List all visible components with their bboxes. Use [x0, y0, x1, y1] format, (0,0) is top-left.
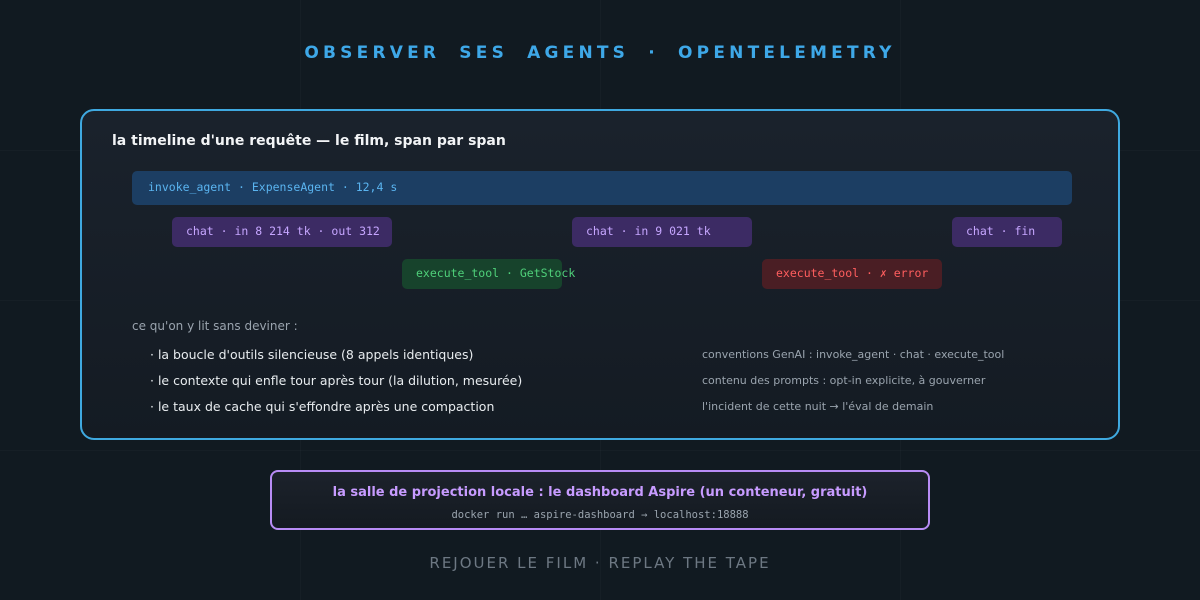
span-execute-tool-getstock: execute_tool · GetStock	[402, 259, 575, 289]
span-chat-1: chat · in 8 214 tk · out 312	[172, 217, 392, 247]
note-item: conventions GenAI : invoke_agent · chat …	[702, 348, 1005, 361]
finding-item: · la boucle d'outils silencieuse (8 appe…	[150, 347, 474, 362]
grid-line	[0, 450, 1200, 451]
note-item: contenu des prompts : opt-in explicite, …	[702, 374, 986, 387]
finding-item: · le taux de cache qui s'effondre après …	[150, 399, 495, 414]
page-title: OBSERVER SES AGENTS · OPENTELEMETRY	[304, 43, 896, 63]
timeline-card: la timeline d'une requête — le film, spa…	[80, 109, 1120, 440]
dashboard-title: la salle de projection locale : le dashb…	[332, 485, 868, 500]
span-invoke-agent: invoke_agent · ExpenseAgent · 12,4 s	[132, 171, 1072, 205]
span-chat-2: chat · in 9 021 tk	[572, 217, 752, 247]
footer-caption: REJOUER LE FILM · REPLAY THE TAPE	[429, 554, 771, 572]
finding-item: · le contexte qui enfle tour après tour …	[150, 373, 523, 388]
span-execute-tool-error: execute_tool · ✗ error	[762, 259, 942, 289]
dashboard-box: la salle de projection locale : le dashb…	[270, 470, 930, 530]
card-heading: la timeline d'une requête — le film, spa…	[112, 133, 506, 149]
findings-intro: ce qu'on y lit sans deviner :	[132, 319, 298, 333]
dashboard-command: docker run … aspire-dashboard → localhos…	[451, 509, 749, 521]
span-chat-3: chat · fin	[952, 217, 1062, 247]
note-item: l'incident de cette nuit → l'éval de dem…	[702, 400, 934, 413]
